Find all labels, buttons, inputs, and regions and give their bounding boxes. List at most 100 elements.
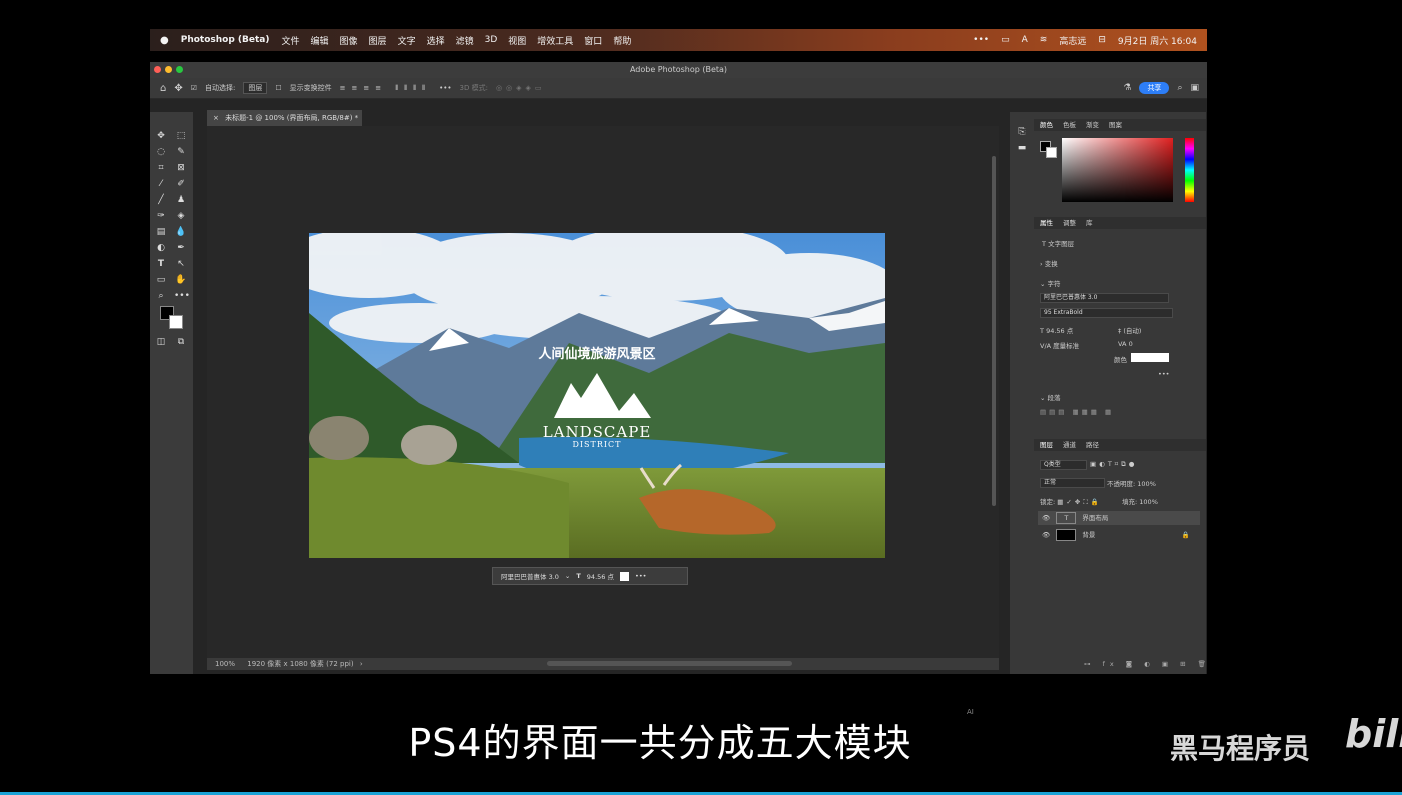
type-tool-icon[interactable]: T [154, 258, 168, 270]
quick-mask-icon[interactable]: ◫ [154, 336, 168, 348]
search-icon[interactable]: ⌕ [1177, 83, 1182, 93]
hand-tool-icon[interactable]: ✋ [174, 274, 188, 286]
hue-slider[interactable] [1185, 138, 1194, 202]
opacity-value[interactable]: 100% [1137, 480, 1156, 488]
document-size-info[interactable]: 1920 像素 x 1080 像素 (72 ppi) [247, 660, 353, 668]
menu-select[interactable]: 选择 [427, 34, 445, 47]
blur-tool-icon[interactable]: 💧 [174, 226, 188, 238]
layer-footer-icons[interactable]: ⊶ fx ◙ ◐ ▣ ⊞ 🗑 [1084, 660, 1211, 668]
lock-icons[interactable]: ▦✓✥⛶🔒 [1057, 498, 1102, 506]
blend-mode-dropdown[interactable]: 正常 [1040, 478, 1105, 488]
more-options-icon[interactable]: ••• [439, 84, 451, 92]
menu-view[interactable]: 视图 [508, 34, 526, 47]
frame-tool-icon[interactable]: ⊠ [174, 162, 188, 174]
background-color-swatch[interactable] [169, 315, 183, 329]
context-size[interactable]: 94.56 点 [587, 571, 614, 581]
color-bg-swatch[interactable] [1046, 147, 1057, 158]
menu-3d[interactable]: 3D [485, 35, 498, 45]
font-dropdown-icon[interactable]: ⌄ [565, 572, 570, 580]
pen-tool-icon[interactable]: ✒ [174, 242, 188, 254]
rectangle-tool-icon[interactable]: ▭ [154, 274, 168, 286]
font-size-value[interactable]: 94.56 点 [1046, 327, 1073, 335]
marquee-tool-icon[interactable]: ⬚ [174, 130, 188, 142]
brush-tool-icon[interactable]: ╱ [154, 194, 168, 206]
transform-section[interactable]: › 变换 [1040, 258, 1058, 268]
text-color-swatch[interactable] [1131, 353, 1169, 362]
tab-adjustments[interactable]: 调整 [1063, 217, 1076, 229]
clock[interactable]: 9月2日 周六 16:04 [1118, 34, 1197, 47]
screen-mode-icon[interactable]: ⧉ [174, 336, 188, 348]
menu-plugins[interactable]: 增效工具 [537, 34, 573, 47]
move-tool-icon[interactable]: ✥ [174, 83, 182, 94]
zoom-window-icon[interactable] [176, 66, 183, 73]
paragraph-section[interactable]: ⌄ 段落 [1040, 392, 1061, 402]
minimize-window-icon[interactable] [165, 66, 172, 73]
color-picker-field[interactable] [1062, 138, 1173, 202]
eraser-tool-icon[interactable]: ◈ [174, 210, 188, 222]
comments-panel-icon[interactable]: ▬ [1015, 142, 1029, 154]
control-center-icon[interactable]: ⊟ [1098, 35, 1106, 45]
layer-row[interactable]: 👁 T 界面布局 [1038, 511, 1200, 525]
beta-flask-icon[interactable]: ⚗ [1123, 83, 1131, 93]
more-icon[interactable]: ••• [973, 35, 989, 45]
history-brush-icon[interactable]: ✑ [154, 210, 168, 222]
menu-file[interactable]: 文件 [282, 34, 300, 47]
menu-type[interactable]: 文字 [398, 34, 416, 47]
menu-filter[interactable]: 滤镜 [456, 34, 474, 47]
object-select-icon[interactable]: ✎ [174, 146, 188, 158]
menu-image[interactable]: 图像 [340, 34, 358, 47]
tab-gradients[interactable]: 渐变 [1086, 119, 1099, 131]
menu-layer[interactable]: 图层 [369, 34, 387, 47]
healing-brush-icon[interactable]: ✐ [174, 178, 188, 190]
crop-tool-icon[interactable]: ⌗ [154, 162, 168, 174]
menu-edit[interactable]: 编辑 [311, 34, 329, 47]
tab-libraries[interactable]: 库 [1086, 217, 1093, 229]
tab-color[interactable]: 颜色 [1040, 119, 1053, 131]
share-button[interactable]: 共享 [1139, 82, 1170, 94]
path-select-icon[interactable]: ↖ [174, 258, 188, 270]
battery-icon[interactable]: ▭ [1001, 35, 1010, 45]
document-canvas-image[interactable]: 人间仙境旅游风景区 LANDSCAPE DISTRICT [309, 233, 885, 558]
dodge-tool-icon[interactable]: ◐ [154, 242, 168, 254]
tab-layers[interactable]: 图层 [1040, 439, 1053, 451]
document-tab[interactable]: × 未标题-1 @ 100% (界面布局, RGB/8#) * [207, 110, 362, 126]
layer-filter-icons[interactable]: ▣◐T⌑⧉● [1090, 460, 1137, 469]
move-tool-icon[interactable]: ✥ [154, 130, 168, 142]
zoom-level[interactable]: 100% [215, 660, 235, 668]
gradient-tool-icon[interactable]: ▤ [154, 226, 168, 238]
fill-value[interactable]: 100% [1139, 498, 1158, 506]
character-more-icon[interactable]: ••• [1158, 370, 1170, 378]
zoom-tool-icon[interactable]: ⌕ [154, 290, 168, 302]
history-panel-icon[interactable]: ⎘ [1015, 126, 1029, 138]
horizontal-scrollbar[interactable] [547, 661, 792, 666]
character-section[interactable]: ⌄ 字符 [1040, 278, 1061, 288]
font-style-field[interactable]: 95 ExtraBold [1040, 308, 1173, 318]
auto-select-checkbox[interactable]: ☑ [191, 84, 197, 92]
show-transform-checkbox[interactable]: ☐ [275, 84, 281, 92]
tab-channels[interactable]: 通道 [1063, 439, 1076, 451]
wifi-icon[interactable]: ≋ [1040, 35, 1048, 45]
eyedropper-icon[interactable]: ⁄ [154, 178, 168, 190]
apple-menu-icon[interactable]: ● [160, 35, 169, 46]
input-method-icon[interactable]: A [1022, 35, 1028, 45]
visibility-eye-icon[interactable]: 👁 [1042, 514, 1050, 522]
vertical-scrollbar[interactable] [992, 156, 996, 506]
context-font[interactable]: 阿里巴巴普惠体 3.0 [501, 571, 559, 581]
home-icon[interactable]: ⌂ [160, 83, 166, 94]
stamp-tool-icon[interactable]: ♟ [174, 194, 188, 206]
paragraph-align-icons[interactable]: ▤▤▤ ▦▦▦ ▦ [1040, 408, 1114, 416]
more-tools-icon[interactable]: ••• [174, 290, 190, 302]
context-more-icon[interactable]: ••• [635, 572, 647, 580]
leading-value[interactable]: (自动) [1123, 327, 1141, 335]
tab-properties[interactable]: 属性 [1040, 217, 1053, 229]
visibility-eye-icon[interactable]: 👁 [1042, 531, 1050, 539]
tracking-value[interactable]: 0 [1129, 340, 1133, 348]
app-menu[interactable]: Photoshop (Beta) [181, 35, 270, 45]
status-chevron-icon[interactable]: › [360, 660, 363, 668]
menu-window[interactable]: 窗口 [584, 34, 602, 47]
user-name[interactable]: 高志远 [1059, 34, 1086, 47]
layer-filter-dropdown[interactable]: Q类型 [1040, 460, 1087, 470]
lasso-tool-icon[interactable]: ◌ [154, 146, 168, 158]
tab-patterns[interactable]: 图案 [1109, 119, 1122, 131]
tab-paths[interactable]: 路径 [1086, 439, 1099, 451]
